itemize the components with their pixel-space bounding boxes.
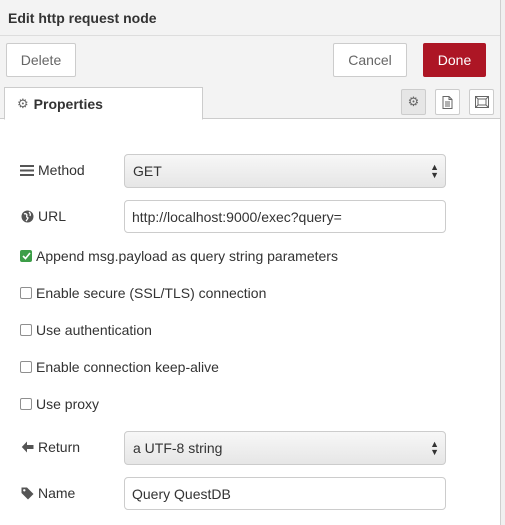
delete-button[interactable]: Delete <box>6 43 76 77</box>
name-label-text: Name <box>38 485 76 501</box>
tab-properties[interactable]: ⚙ Properties <box>4 87 203 120</box>
authentication-checkbox[interactable] <box>20 324 32 336</box>
list-icon <box>20 164 34 176</box>
url-label-text: URL <box>38 208 67 224</box>
appearance-icon <box>474 96 489 108</box>
authentication-label: Use authentication <box>36 322 152 338</box>
done-button[interactable]: Done <box>423 43 486 77</box>
append-payload-label: Append msg.payload as query string param… <box>36 248 338 264</box>
return-label-text: Return <box>38 439 81 455</box>
tray-header: Edit http request node <box>0 0 500 36</box>
select-arrows-icon: ▲ ▼ <box>430 162 439 180</box>
method-select-value: GET <box>133 163 162 179</box>
globe-icon <box>20 210 34 223</box>
keep-alive-checkbox[interactable] <box>20 361 32 373</box>
return-select[interactable]: a UTF-8 string ▲ ▼ <box>124 431 446 465</box>
proxy-checkbox[interactable] <box>20 398 32 410</box>
gear-icon: ⚙ <box>407 94 420 109</box>
tab-description[interactable] <box>435 89 460 115</box>
tag-icon <box>20 487 34 500</box>
check-icon <box>21 252 31 260</box>
tab-properties-label: Properties <box>33 95 103 112</box>
ssl-checkbox[interactable] <box>20 287 32 299</box>
document-icon <box>442 95 453 109</box>
url-label: URL <box>20 208 66 224</box>
tray-title: Edit http request node <box>8 10 157 26</box>
name-label: Name <box>20 485 75 501</box>
cancel-button[interactable]: Cancel <box>333 43 407 77</box>
append-payload-checkbox-row[interactable]: Append msg.payload as query string param… <box>20 248 338 264</box>
authentication-checkbox-row[interactable]: Use authentication <box>20 322 152 338</box>
name-input[interactable]: Query QuestDB <box>124 477 446 510</box>
ssl-checkbox-row[interactable]: Enable secure (SSL/TLS) connection <box>20 285 266 301</box>
keep-alive-label: Enable connection keep-alive <box>36 359 219 375</box>
ssl-label: Enable secure (SSL/TLS) connection <box>36 285 267 301</box>
select-arrows-icon: ▲ ▼ <box>430 439 439 457</box>
url-input[interactable]: http://localhost:9000/exec?query= <box>124 200 446 233</box>
method-label-text: Method <box>38 162 85 178</box>
tab-settings[interactable]: ⚙ <box>401 89 426 115</box>
gear-icon: ⚙ <box>17 95 29 111</box>
tray-resize-edge[interactable] <box>500 0 505 525</box>
method-label: Method <box>20 162 85 178</box>
return-label: Return <box>20 439 80 455</box>
keep-alive-checkbox-row[interactable]: Enable connection keep-alive <box>20 359 219 375</box>
tab-appearance[interactable] <box>469 89 494 115</box>
proxy-checkbox-row[interactable]: Use proxy <box>20 396 99 412</box>
return-select-value: a UTF-8 string <box>133 440 223 456</box>
proxy-label: Use proxy <box>36 396 100 412</box>
append-payload-checkbox[interactable] <box>20 250 32 262</box>
arrow-left-icon <box>20 441 34 453</box>
method-select[interactable]: GET ▲ ▼ <box>124 154 446 188</box>
